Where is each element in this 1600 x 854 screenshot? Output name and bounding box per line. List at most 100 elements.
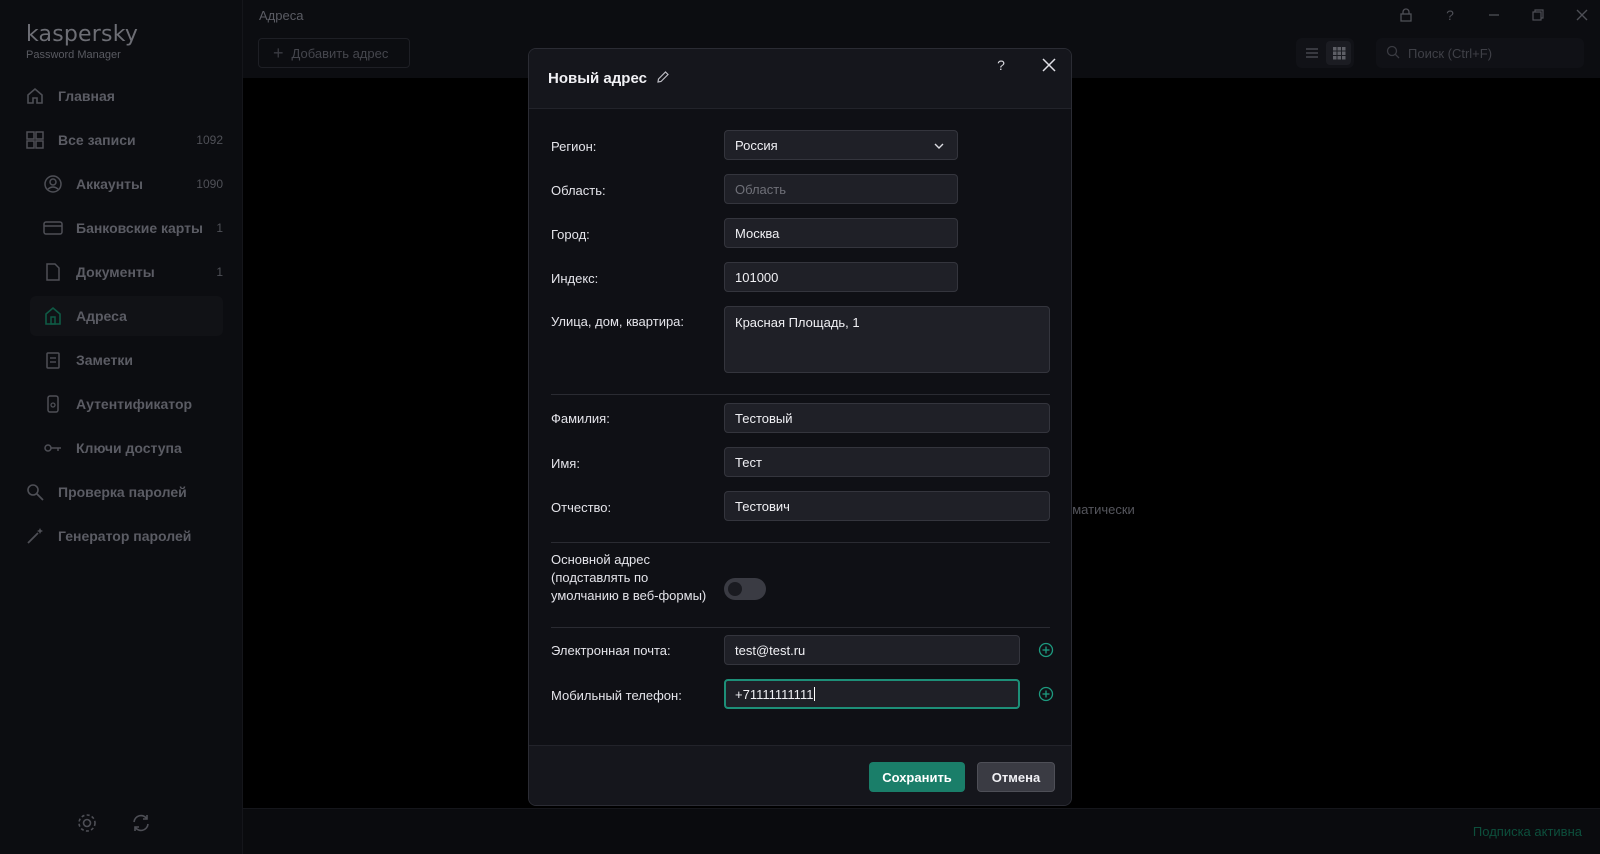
window-controls: ? — [1396, 4, 1592, 26]
default-address-label: Основной адрес (подставлять по умолчанию… — [551, 551, 706, 605]
list-view-icon[interactable] — [1299, 41, 1324, 65]
cancel-button[interactable]: Отмена — [977, 762, 1055, 792]
sidebar-item-password-check[interactable]: Проверка паролей — [24, 472, 223, 512]
sidebar-item-addresses[interactable]: Адреса — [30, 296, 223, 336]
lock-icon[interactable] — [1396, 4, 1416, 26]
area-label: Область: — [551, 183, 606, 198]
sidebar-item-passkeys[interactable]: Ключи доступа — [30, 428, 223, 468]
email-input[interactable]: test@test.ru — [724, 635, 1020, 665]
sidebar-item-label: Все записи — [58, 132, 136, 148]
divider — [551, 542, 1050, 543]
area-input[interactable]: Область — [724, 174, 958, 204]
sidebar-item-label: Аутентификатор — [76, 396, 193, 412]
sidebar-item-home[interactable]: Главная — [24, 76, 223, 116]
sidebar-item-label: Главная — [58, 88, 115, 104]
last-name-label: Фамилия: — [551, 411, 610, 426]
footer: Подписка активна — [243, 808, 1600, 854]
sidebar-item-label: Банковские карты — [76, 220, 203, 236]
patronymic-input[interactable]: Тестович — [724, 491, 1050, 521]
subscription-status[interactable]: Подписка активна — [1473, 824, 1582, 839]
add-address-button[interactable]: + Добавить адрес — [258, 38, 410, 68]
sidebar-item-label: Генератор паролей — [58, 528, 192, 544]
region-label: Регион: — [551, 139, 597, 154]
index-input[interactable]: 101000 — [724, 262, 958, 292]
sidebar-item-count: 1092 — [196, 133, 223, 147]
minimize-icon[interactable] — [1484, 4, 1504, 26]
sidebar-bottom — [76, 812, 152, 839]
card-icon — [42, 217, 64, 239]
default-address-label-line: Основной адрес — [551, 552, 650, 567]
first-name-label: Имя: — [551, 456, 580, 471]
sidebar-item-authenticator[interactable]: Аутентификатор — [30, 384, 223, 424]
page-title: Адреса — [259, 8, 304, 23]
close-icon[interactable] — [1039, 55, 1059, 75]
chevron-down-icon — [933, 140, 945, 155]
password-check-icon — [24, 481, 46, 503]
sidebar-item-all[interactable]: Все записи 1092 — [24, 120, 223, 160]
sidebar-item-password-generator[interactable]: Генератор паролей — [24, 516, 223, 556]
sidebar-item-label: Документы — [76, 264, 155, 280]
default-address-label-line: (подставлять по — [551, 570, 649, 585]
sidebar: kaspersky Password Manager Главная Все з… — [0, 0, 243, 854]
user-icon — [42, 173, 64, 195]
grid-view-icon[interactable] — [1326, 41, 1351, 65]
text-caret — [814, 687, 816, 701]
add-phone-icon[interactable] — [1038, 686, 1056, 704]
sidebar-item-count: 1 — [216, 265, 223, 279]
key-icon — [42, 437, 64, 459]
sidebar-item-count: 1090 — [196, 177, 223, 191]
city-input[interactable]: Москва — [724, 218, 958, 248]
document-icon — [42, 261, 64, 283]
add-email-icon[interactable] — [1038, 642, 1056, 660]
new-address-dialog: Новый адрес ? Регион: Россия Область: Об… — [528, 48, 1072, 806]
dialog-footer: Сохранить Отмена — [529, 745, 1071, 805]
divider — [551, 394, 1050, 395]
search-icon — [1386, 45, 1400, 62]
sidebar-item-notes[interactable]: Заметки — [30, 340, 223, 380]
sidebar-item-documents[interactable]: Документы 1 — [30, 252, 223, 292]
email-label: Электронная почта: — [551, 643, 671, 658]
phone-label: Мобильный телефон: — [551, 688, 682, 703]
sync-icon[interactable] — [130, 812, 152, 839]
logo: kaspersky Password Manager — [26, 22, 138, 61]
gear-icon[interactable] — [76, 812, 98, 839]
sidebar-item-count: 1 — [216, 221, 223, 235]
first-name-input[interactable]: Тест — [724, 447, 1050, 477]
logo-subtitle: Password Manager — [26, 49, 121, 61]
default-address-label-line: умолчанию в веб-формы) — [551, 588, 707, 603]
sidebar-item-label: Проверка паролей — [58, 484, 187, 500]
default-address-toggle[interactable] — [724, 578, 766, 600]
phone-input[interactable]: +71111111111 — [724, 679, 1020, 709]
view-toggle — [1296, 38, 1354, 68]
region-select[interactable]: Россия — [724, 130, 958, 160]
index-label: Индекс: — [551, 271, 599, 286]
region-value: Россия — [735, 137, 778, 153]
street-label: Улица, дом, квартира: — [551, 314, 685, 329]
home-icon — [24, 85, 46, 107]
grid-icon — [24, 129, 46, 151]
authenticator-icon — [42, 393, 64, 415]
restore-icon[interactable] — [1528, 4, 1548, 26]
search-input[interactable]: Поиск (Ctrl+F) — [1376, 38, 1584, 68]
plus-icon: + — [273, 43, 284, 63]
pencil-icon[interactable] — [656, 70, 670, 89]
sidebar-item-label: Заметки — [76, 352, 133, 368]
sidebar-item-label: Ключи доступа — [76, 440, 182, 456]
sidebar-item-cards[interactable]: Банковские карты 1 — [30, 208, 223, 248]
help-icon[interactable]: ? — [1440, 4, 1460, 26]
magic-wand-icon — [24, 525, 46, 547]
street-textarea[interactable]: Красная Площадь, 1 — [724, 306, 1050, 373]
close-window-icon[interactable] — [1572, 4, 1592, 26]
dialog-title: Новый адрес — [548, 70, 647, 87]
patronymic-label: Отчество: — [551, 500, 612, 515]
sidebar-item-label: Адреса — [76, 308, 127, 324]
last-name-input[interactable]: Тестовый — [724, 403, 1050, 433]
save-button[interactable]: Сохранить — [869, 762, 965, 792]
sidebar-item-accounts[interactable]: Аккаунты 1090 — [30, 164, 223, 204]
dialog-header: Новый адрес ? — [529, 49, 1071, 109]
divider — [551, 627, 1050, 628]
dialog-help-button[interactable]: ? — [991, 55, 1011, 75]
address-icon — [42, 305, 64, 327]
city-label: Город: — [551, 227, 590, 242]
sidebar-item-label: Аккаунты — [76, 176, 143, 192]
